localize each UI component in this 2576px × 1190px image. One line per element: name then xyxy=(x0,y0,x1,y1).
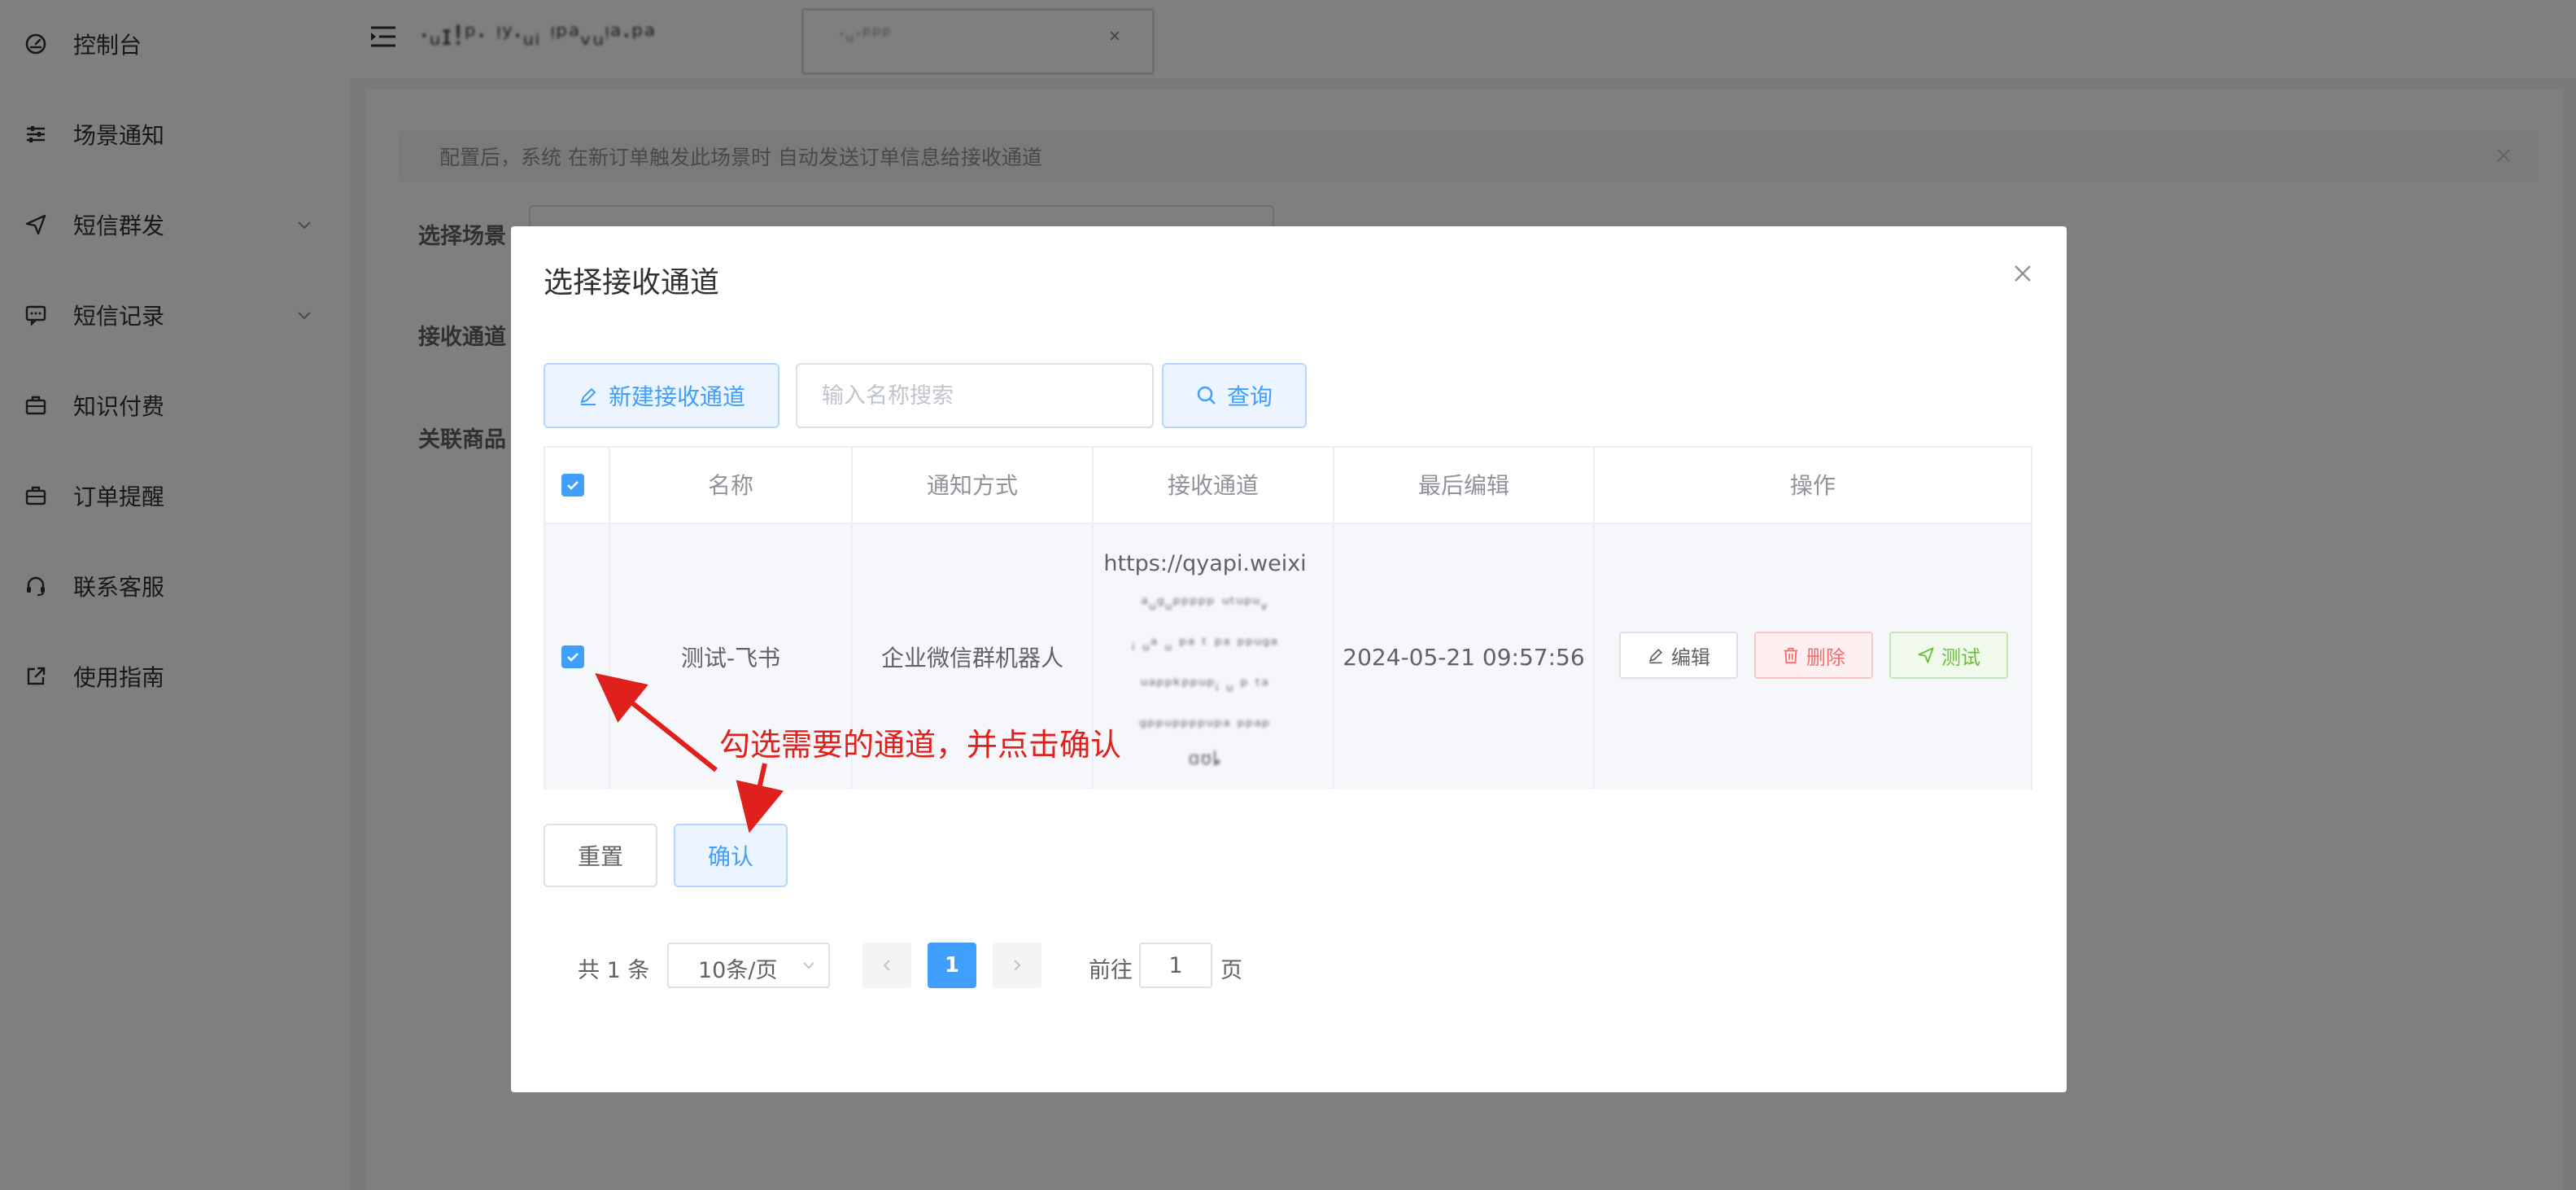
annotation-arrows xyxy=(595,673,784,833)
annotation-text: 勾选需要的通道，并点击确认 xyxy=(719,727,1122,763)
arrow-to-checkbox xyxy=(595,673,718,772)
arrow-to-confirm xyxy=(736,763,784,833)
